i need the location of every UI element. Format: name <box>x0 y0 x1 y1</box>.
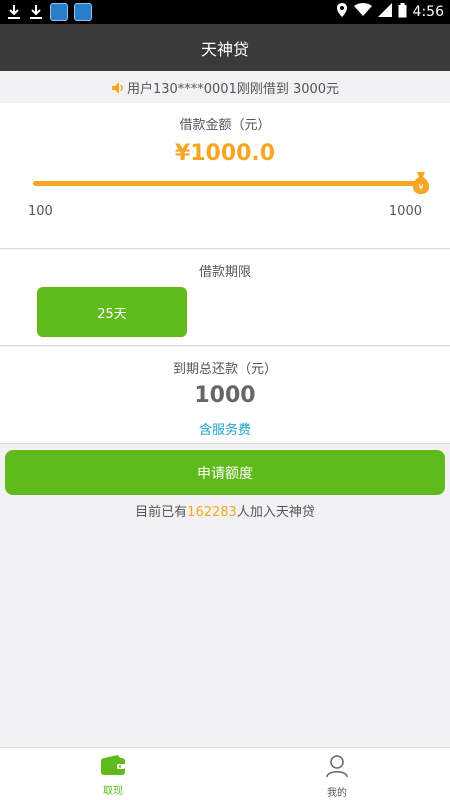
term-option-button[interactable]: 25天 <box>37 287 187 337</box>
joined-prefix: 目前已有 <box>135 505 188 520</box>
signal-icon <box>377 3 392 21</box>
loan-amount-slider[interactable] <box>33 181 421 186</box>
system-icons: 4:56 <box>336 2 444 22</box>
joined-suffix: 人加入天神贷 <box>236 505 315 520</box>
tab-mine-label: 我的 <box>327 788 347 799</box>
tab-mine[interactable]: 我的 <box>307 754 367 799</box>
joined-users-text: 目前已有162283人加入天神贷 <box>0 501 450 520</box>
slider-min-label: 100 <box>28 204 53 219</box>
tab-borrow-label: 取现 <box>103 786 123 797</box>
clock-time: 4:56 <box>412 4 444 20</box>
page-title: 天神贷 <box>200 39 249 59</box>
apply-credit-button[interactable]: 申请额度 <box>5 450 445 495</box>
download-icon <box>28 2 44 22</box>
bottom-tab-bar: 取现 我的 <box>0 747 450 800</box>
app-title-bar: 天神贷 <box>0 24 450 71</box>
loan-amount-label: 借款金额（元） <box>179 118 271 133</box>
location-icon <box>336 2 348 22</box>
loan-amount-value: ¥1000.0 <box>174 141 276 166</box>
loan-notice-ticker: 用户130****0001刚刚借到 3000元 <box>0 72 450 103</box>
repayment-label: 到期总还款（元） <box>172 362 277 377</box>
tab-borrow[interactable]: 取现 <box>83 754 143 798</box>
wifi-icon <box>353 3 372 21</box>
wallet-icon <box>100 754 126 780</box>
app-notification-icon <box>74 3 92 21</box>
notification-icons <box>6 2 92 22</box>
svg-text:¥: ¥ <box>418 183 423 192</box>
download-icon <box>6 2 22 22</box>
status-bar: 4:56 <box>0 0 450 24</box>
app-notification-icon <box>50 3 68 21</box>
money-bag-slider-thumb-icon[interactable]: ¥ <box>409 170 433 196</box>
repayment-section: 到期总还款（元） 1000 含服务费 <box>0 347 450 444</box>
slider-max-label: 1000 <box>388 204 422 219</box>
service-fee-note: 含服务费 <box>198 423 251 438</box>
notice-text: 用户130****0001刚刚借到 3000元 <box>126 82 340 97</box>
speaker-icon <box>111 81 125 95</box>
repayment-value: 1000 <box>194 383 256 408</box>
joined-count: 162283 <box>187 505 237 520</box>
user-icon <box>325 754 349 782</box>
loan-amount-section: 借款金额（元） ¥1000.0 ¥ 100 1000 <box>0 103 450 249</box>
loan-term-section: 借款期限 25天 <box>0 250 450 346</box>
loan-term-label: 借款期限 <box>198 265 251 280</box>
battery-icon <box>398 2 407 22</box>
